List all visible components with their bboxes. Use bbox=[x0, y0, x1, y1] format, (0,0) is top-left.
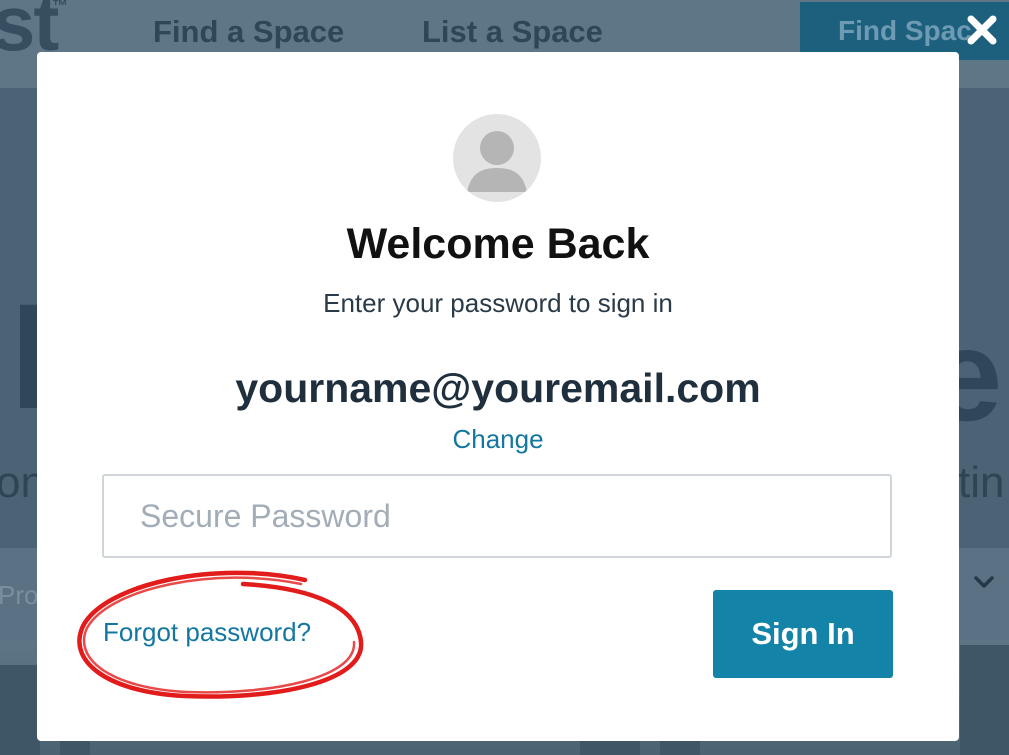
nav-find-a-space[interactable]: Find a Space bbox=[153, 14, 344, 50]
password-input[interactable] bbox=[102, 474, 892, 558]
modal-title: Welcome Back bbox=[346, 220, 650, 268]
nav-list-a-space[interactable]: List a Space bbox=[422, 14, 603, 50]
close-icon[interactable] bbox=[964, 12, 1000, 48]
change-email-link[interactable]: Change bbox=[37, 424, 959, 455]
search-bar-text: Pro bbox=[0, 580, 39, 610]
sign-in-button[interactable]: Sign In bbox=[713, 590, 893, 678]
sign-in-modal: Welcome Back Enter your password to sign… bbox=[37, 52, 959, 741]
hero-subtext-fragment-right: tin bbox=[958, 458, 1005, 507]
account-email: yourname@youremail.com bbox=[235, 365, 761, 411]
chevron-down-icon[interactable] bbox=[972, 570, 996, 601]
trademark-symbol: ™ bbox=[52, 0, 68, 15]
user-avatar-icon bbox=[453, 114, 541, 202]
modal-subtitle: Enter your password to sign in bbox=[323, 288, 673, 318]
forgot-password-link[interactable]: Forgot password? bbox=[103, 617, 311, 648]
